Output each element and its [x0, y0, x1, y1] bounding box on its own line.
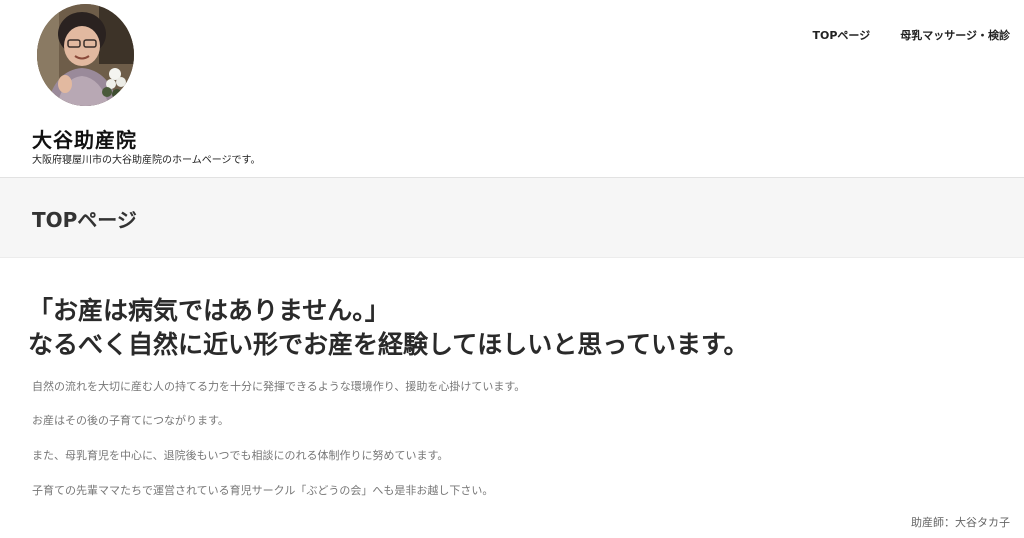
paragraph-3: また、母乳育児を中心に、退院後もいつでも相談にのれる体制作りに努めています。 [32, 449, 449, 462]
portrait-image [37, 4, 134, 106]
page: 大谷助産院 大阪府寝屋川市の大谷助産院のホームページです。 TOPページ 母乳マ… [0, 0, 1024, 538]
signature: 助産師：大谷タカ子 [911, 516, 1010, 529]
paragraph-4: 子育ての先輩ママたちで運営されている育児サークル「ぶどうの会」へも是非お越し下さ… [32, 484, 494, 497]
site-logo-photo[interactable] [37, 4, 134, 106]
main-content: 「お産は病気ではありません。」 なるべく自然に近い形でお産を経験してほしいと思っ… [0, 258, 1024, 538]
page-title-band: TOPページ [0, 178, 1024, 258]
paragraph-1: 自然の流れを大切に産む人の持てる力を十分に発揮できるような環境作り、援助を心掛け… [32, 380, 526, 393]
nav-item-top[interactable]: TOPページ [813, 27, 871, 43]
paragraph-2: お産はその後の子育てにつながります。 [32, 414, 229, 427]
site-tagline: 大阪府寝屋川市の大谷助産院のホームページです。 [32, 155, 261, 166]
main-nav: TOPページ 母乳マッサージ・検診 [813, 27, 1010, 43]
site-title[interactable]: 大谷助産院 [32, 124, 137, 153]
headline-line-2: なるべく自然に近い形でお産を経験してほしいと思っています。 [28, 330, 749, 359]
nav-item-breast-massage[interactable]: 母乳マッサージ・検診 [900, 27, 1010, 43]
headline: 「お産は病気ではありません。」 なるべく自然に近い形でお産を経験してほしいと思っ… [28, 294, 749, 362]
site-header: 大谷助産院 大阪府寝屋川市の大谷助産院のホームページです。 TOPページ 母乳マ… [0, 0, 1024, 178]
headline-line-1: 「お産は病気ではありません。」 [28, 296, 390, 325]
page-title: TOPページ [32, 208, 137, 232]
